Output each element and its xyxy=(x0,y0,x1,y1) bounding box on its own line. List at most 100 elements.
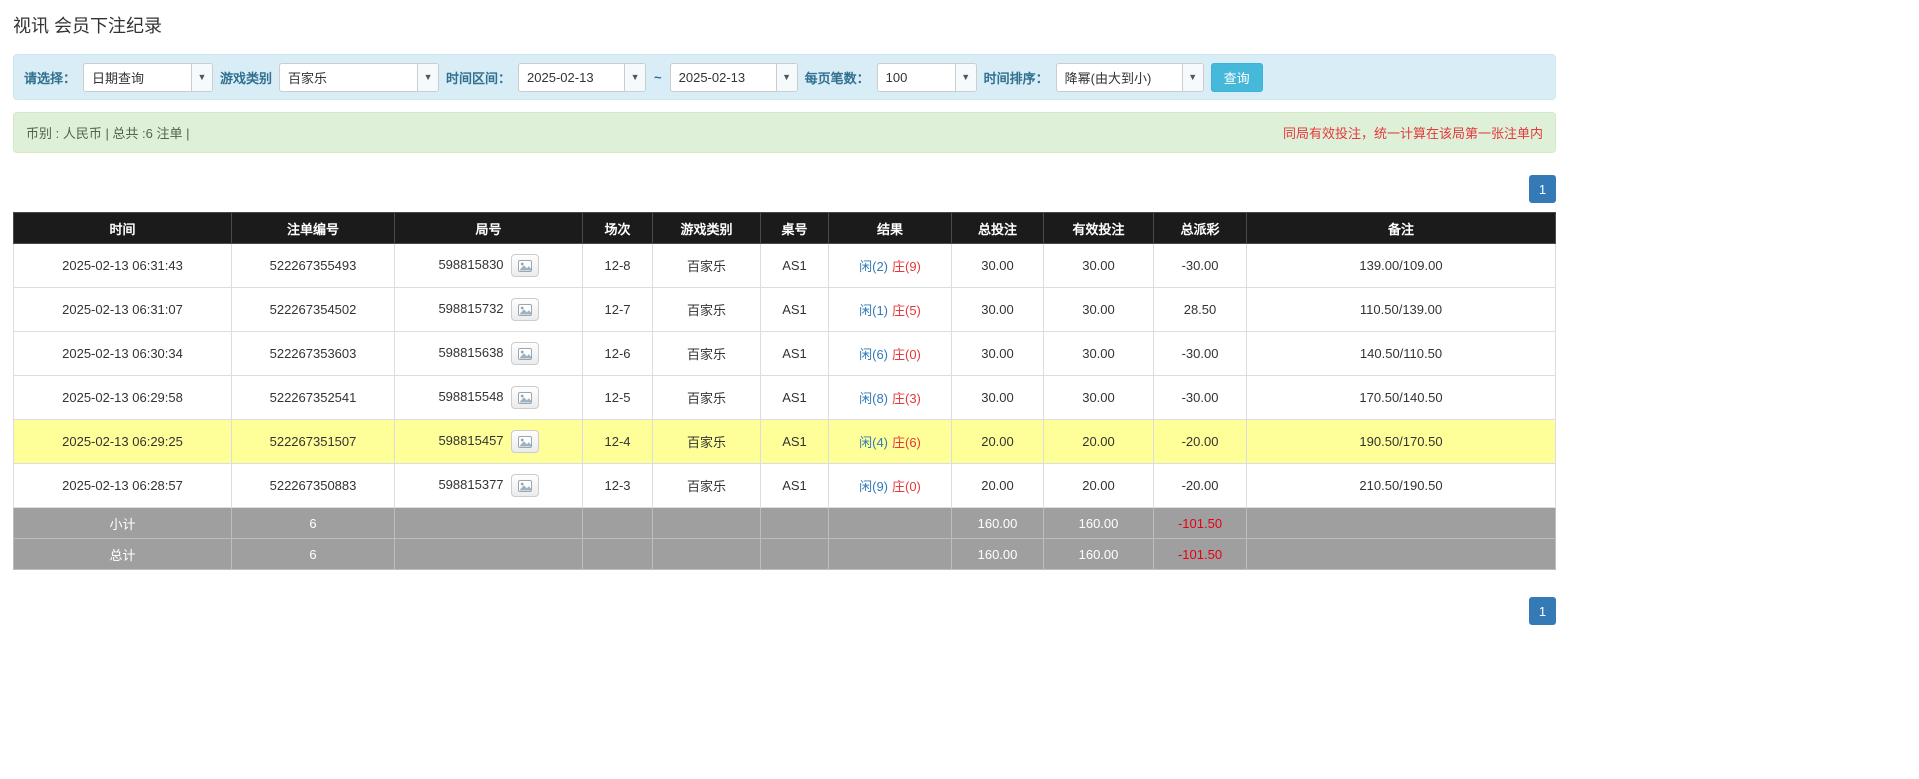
cell-valid-bet: 30.00 xyxy=(1044,244,1154,288)
table-row: 2025-02-13 06:29:58 522267352541 5988155… xyxy=(14,376,1556,420)
cell-time: 2025-02-13 06:31:07 xyxy=(14,288,232,332)
page-title: 视讯 会员下注纪录 xyxy=(13,12,1556,38)
cell-game-type: 百家乐 xyxy=(653,288,761,332)
cell-session: 12-7 xyxy=(583,288,653,332)
subtotal-label: 小计 xyxy=(14,508,232,539)
cell-table-no: AS1 xyxy=(761,464,829,508)
cell-total-bet[interactable]: 20.00 xyxy=(952,420,1044,464)
chevron-down-icon: ▼ xyxy=(955,64,976,91)
result-player: 闲(1) xyxy=(859,303,888,318)
round-number: 598815548 xyxy=(438,389,503,404)
sort-select[interactable]: 降幂(由大到小) ▼ xyxy=(1056,63,1204,92)
col-result: 结果 xyxy=(829,213,952,244)
cell-bet-id: 522267350883 xyxy=(232,464,395,508)
cell-bet-id: 522267355493 xyxy=(232,244,395,288)
chevron-down-icon: ▼ xyxy=(624,64,645,91)
cell-table-no: AS1 xyxy=(761,244,829,288)
total-count: 6 xyxy=(232,539,395,570)
result-player: 闲(8) xyxy=(859,391,888,406)
search-button[interactable]: 查询 xyxy=(1211,63,1263,92)
result-player: 闲(4) xyxy=(859,435,888,450)
video-replay-icon xyxy=(518,260,532,272)
result-banker: 庄(5) xyxy=(892,303,921,318)
cell-round-id: 598815732 xyxy=(395,288,583,332)
table-row: 2025-02-13 06:31:07 522267354502 5988157… xyxy=(14,288,1556,332)
cell-session: 12-6 xyxy=(583,332,653,376)
cell-game-type: 百家乐 xyxy=(653,244,761,288)
cell-game-type: 百家乐 xyxy=(653,332,761,376)
cell-total-bet[interactable]: 30.00 xyxy=(952,244,1044,288)
cell-total-bet[interactable]: 30.00 xyxy=(952,332,1044,376)
total-total-bet: 160.00 xyxy=(952,539,1044,570)
page-size-value: 100 xyxy=(878,64,955,91)
video-replay-icon xyxy=(518,480,532,492)
cell-time: 2025-02-13 06:30:34 xyxy=(14,332,232,376)
round-number: 598815638 xyxy=(438,345,503,360)
date-type-select[interactable]: 日期查询 ▼ xyxy=(83,63,213,92)
subtotal-count: 6 xyxy=(232,508,395,539)
video-replay-icon xyxy=(518,348,532,360)
subtotal-payout: -101.50 xyxy=(1154,508,1247,539)
date-to-select[interactable]: 2025-02-13 ▼ xyxy=(670,63,798,92)
cell-table-no: AS1 xyxy=(761,332,829,376)
cell-payout: -30.00 xyxy=(1154,376,1247,420)
chevron-down-icon: ▼ xyxy=(191,64,212,91)
subtotal-row: 小计 6 160.00 160.00 -101.50 xyxy=(14,508,1556,539)
cell-table-no: AS1 xyxy=(761,420,829,464)
round-number: 598815732 xyxy=(438,301,503,316)
result-player: 闲(6) xyxy=(859,347,888,362)
cell-total-bet[interactable]: 30.00 xyxy=(952,376,1044,420)
cell-bet-id: 522267353603 xyxy=(232,332,395,376)
chevron-down-icon: ▼ xyxy=(1182,64,1203,91)
date-from-select[interactable]: 2025-02-13 ▼ xyxy=(518,63,646,92)
page-1-button[interactable]: 1 xyxy=(1529,175,1556,203)
round-replay-button[interactable] xyxy=(511,342,539,365)
cell-round-id: 598815830 xyxy=(395,244,583,288)
cell-game-type: 百家乐 xyxy=(653,420,761,464)
cell-round-id: 598815457 xyxy=(395,420,583,464)
chevron-down-icon: ▼ xyxy=(417,64,438,91)
video-replay-icon xyxy=(518,392,532,404)
records-table: 时间 注单编号 局号 场次 游戏类别 桌号 结果 总投注 有效投注 总派彩 备注… xyxy=(13,212,1556,570)
round-number: 598815830 xyxy=(438,257,503,272)
round-replay-button[interactable] xyxy=(511,474,539,497)
cell-total-bet[interactable]: 20.00 xyxy=(952,464,1044,508)
date-from-value: 2025-02-13 xyxy=(519,64,624,91)
table-footer: 小计 6 160.00 160.00 -101.50 总计 6 xyxy=(14,508,1556,570)
table-body: 2025-02-13 06:31:43 522267355493 5988158… xyxy=(14,244,1556,508)
cell-total-bet[interactable]: 30.00 xyxy=(952,288,1044,332)
cell-round-id: 598815548 xyxy=(395,376,583,420)
table-row: 2025-02-13 06:30:34 522267353603 5988156… xyxy=(14,332,1556,376)
cell-time: 2025-02-13 06:29:25 xyxy=(14,420,232,464)
cell-payout: -20.00 xyxy=(1154,464,1247,508)
result-player: 闲(2) xyxy=(859,259,888,274)
game-type-select[interactable]: 百家乐 ▼ xyxy=(279,63,439,92)
sort-label: 时间排序： xyxy=(984,68,1049,87)
cell-result: 闲(8)庄(3) xyxy=(829,376,952,420)
round-replay-button[interactable] xyxy=(511,430,539,453)
result-banker: 庄(6) xyxy=(892,435,921,450)
sort-value: 降幂(由大到小) xyxy=(1057,64,1182,91)
pagination-bottom: 1 xyxy=(13,597,1556,625)
cell-remark: 190.50/170.50 xyxy=(1247,420,1556,464)
round-replay-button[interactable] xyxy=(511,254,539,277)
page-1-button[interactable]: 1 xyxy=(1529,597,1556,625)
summary-bar: 币别 : 人民币 | 总共 :6 注单 | 同局有效投注，统一计算在该局第一张注… xyxy=(13,112,1556,153)
cell-valid-bet: 30.00 xyxy=(1044,332,1154,376)
summary-note-text: 同局有效投注，统一计算在该局第一张注单内 xyxy=(1283,123,1543,142)
cell-bet-id: 522267351507 xyxy=(232,420,395,464)
col-game-type: 游戏类别 xyxy=(653,213,761,244)
col-round-id: 局号 xyxy=(395,213,583,244)
total-row: 总计 6 160.00 160.00 -101.50 xyxy=(14,539,1556,570)
col-time: 时间 xyxy=(14,213,232,244)
page-size-select[interactable]: 100 ▼ xyxy=(877,63,977,92)
result-banker: 庄(0) xyxy=(892,479,921,494)
round-replay-button[interactable] xyxy=(511,298,539,321)
cell-result: 闲(1) 庄(5) xyxy=(829,288,952,332)
round-replay-button[interactable] xyxy=(511,386,539,409)
table-row: 2025-02-13 06:29:25 522267351507 5988154… xyxy=(14,420,1556,464)
cell-session: 12-5 xyxy=(583,376,653,420)
total-valid-bet: 160.00 xyxy=(1044,539,1154,570)
pagination-top: 1 xyxy=(13,175,1556,203)
cell-remark: 140.50/110.50 xyxy=(1247,332,1556,376)
